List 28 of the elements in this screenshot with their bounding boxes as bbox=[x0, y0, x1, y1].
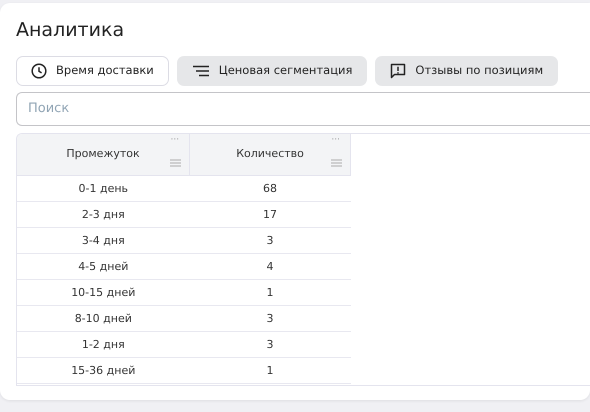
table-cell: 3-4 дня bbox=[17, 228, 190, 254]
tab[interactable]: Ценовая сегментация bbox=[176, 56, 368, 86]
table-cell: 68 bbox=[190, 176, 350, 202]
table-cell: 1 bbox=[190, 358, 350, 384]
table-cell: 10-15 дней bbox=[17, 280, 190, 306]
clock-icon bbox=[31, 62, 47, 79]
column-header: Количество bbox=[236, 147, 304, 160]
table-cell: 15-36 дней bbox=[17, 358, 190, 384]
tab[interactable]: Отзывы по позициям bbox=[375, 56, 558, 86]
table-cell: 1 bbox=[190, 280, 350, 306]
table-cell: 4 bbox=[190, 254, 350, 280]
column-header: Промежуток bbox=[66, 147, 140, 160]
comment-alert-icon bbox=[390, 62, 406, 79]
table-cell: 4-5 дней bbox=[17, 254, 190, 280]
search-field[interactable]: Поиск bbox=[16, 92, 590, 126]
table-cell: 8-10 дней bbox=[17, 306, 190, 332]
sort-lines-icon bbox=[192, 64, 210, 77]
table-cell: 3 bbox=[190, 228, 350, 254]
table-cell: 17 bbox=[190, 202, 350, 228]
table-cell: 0-1 день bbox=[17, 176, 190, 202]
table-cell: 2-3 дня bbox=[17, 202, 190, 228]
menu-icon[interactable] bbox=[331, 159, 342, 168]
table-cell: 3 bbox=[190, 306, 350, 332]
tab[interactable]: Время доставки bbox=[16, 56, 169, 86]
table-cell: 3 bbox=[190, 332, 350, 358]
menu-icon[interactable] bbox=[170, 159, 182, 168]
page-title: Аналитика bbox=[16, 19, 126, 42]
table-cell: 1-2 дня bbox=[17, 332, 190, 358]
